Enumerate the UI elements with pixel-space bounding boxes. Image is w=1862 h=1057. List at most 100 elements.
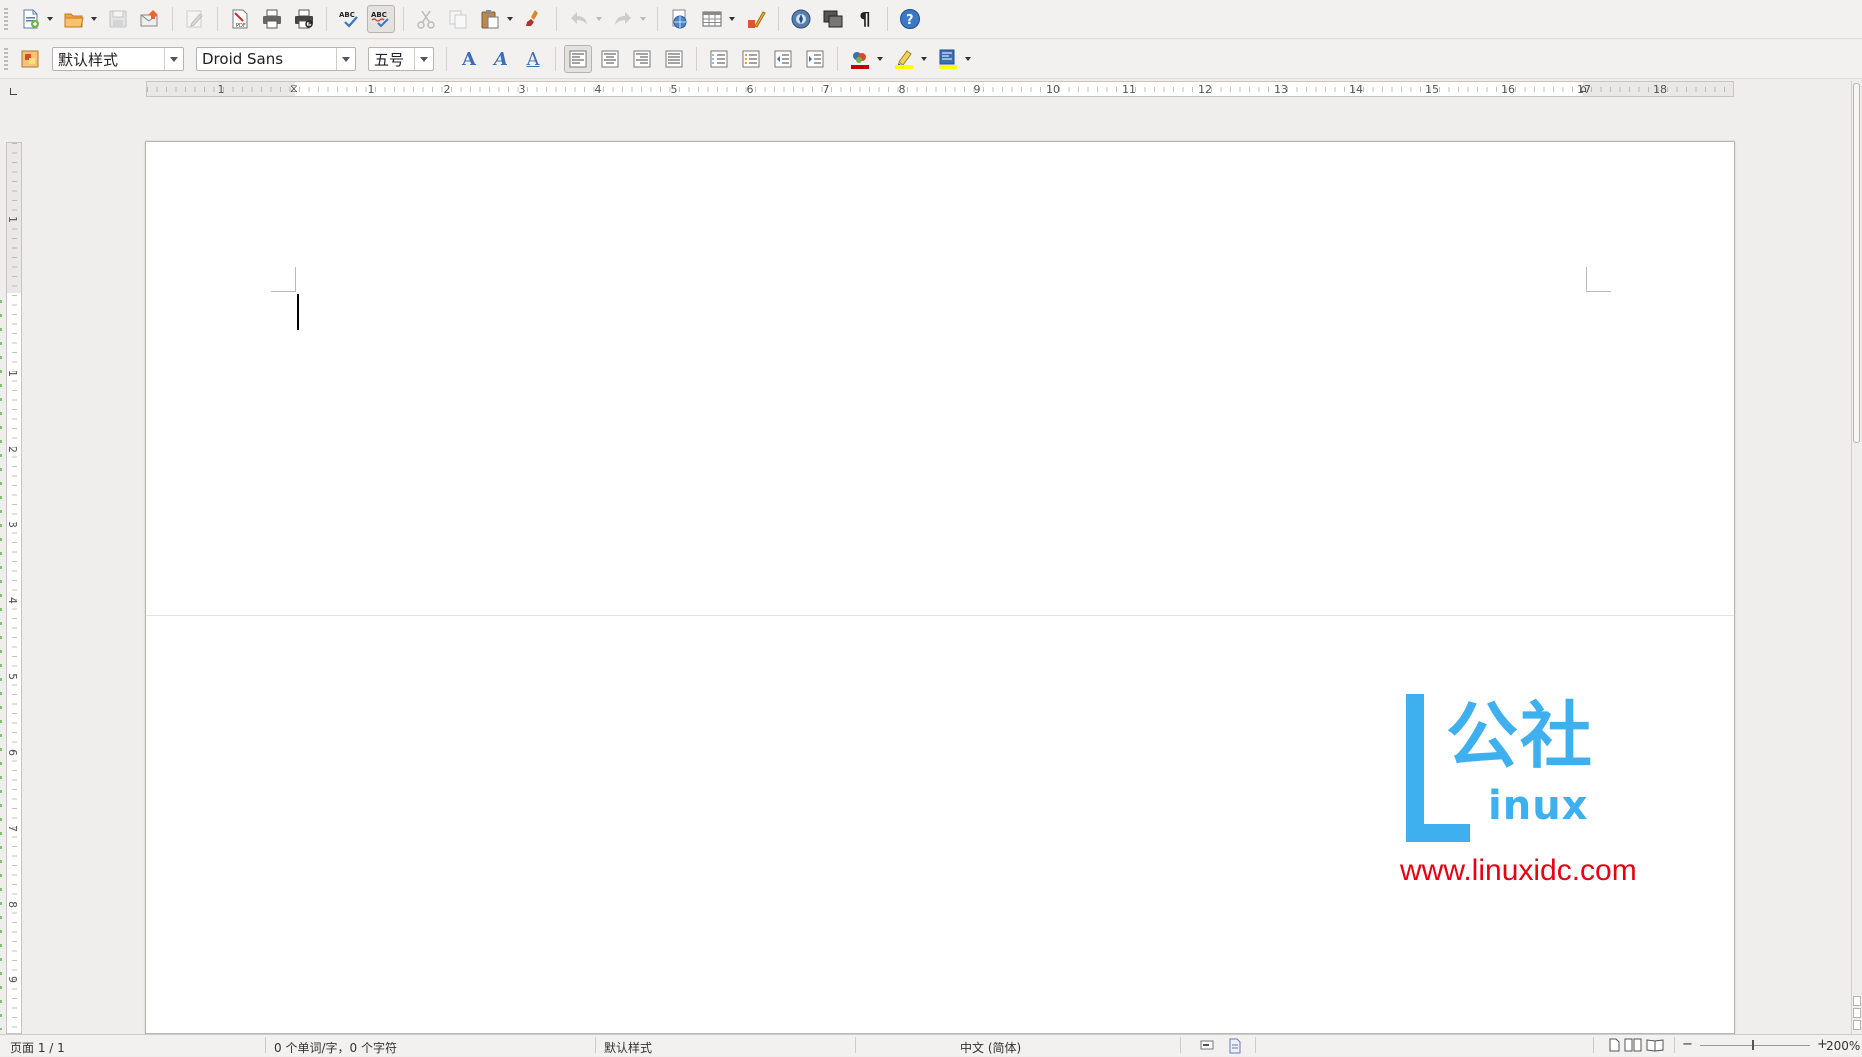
new-document-button[interactable] xyxy=(16,5,44,33)
toolbar-separator xyxy=(172,7,173,31)
ruler-number: 6 xyxy=(6,749,19,756)
new-document-dropdown[interactable] xyxy=(46,5,54,33)
previous-page-button[interactable] xyxy=(1853,996,1861,1006)
numbering-button[interactable] xyxy=(705,45,733,73)
paragraph-style-value[interactable]: 默认样式 xyxy=(53,49,164,70)
toolbar-grip[interactable] xyxy=(4,48,8,70)
book-view-icon[interactable] xyxy=(1646,1038,1664,1055)
highlighting-button[interactable] xyxy=(890,45,918,73)
redo-dropdown[interactable] xyxy=(639,5,647,33)
bullets-button[interactable] xyxy=(737,45,765,73)
background-color-button[interactable] xyxy=(934,45,962,73)
draw-functions-icon xyxy=(748,11,766,28)
document-modified-icon[interactable] xyxy=(1228,1038,1242,1057)
table-button[interactable] xyxy=(698,5,726,33)
tab-stop-selector[interactable] xyxy=(10,88,17,95)
justify-button[interactable] xyxy=(660,45,688,73)
zoom-out-button[interactable]: − xyxy=(1682,1037,1693,1052)
ruler-ticks xyxy=(147,87,1733,92)
italic-button[interactable]: A xyxy=(487,45,515,73)
bold-button[interactable]: A xyxy=(455,45,483,73)
cut-button[interactable] xyxy=(412,5,440,33)
table-dropdown[interactable] xyxy=(728,5,736,33)
align-left-button[interactable] xyxy=(564,45,592,73)
hyperlink-button[interactable] xyxy=(666,5,694,33)
font-size-value[interactable]: 五号 xyxy=(369,49,414,70)
word-count[interactable]: 0 个单词/字，0 个字符 xyxy=(274,1039,397,1056)
document-page[interactable]: 公社 inux www.linuxidc.com xyxy=(145,141,1735,1034)
language-indicator[interactable]: 中文 (简体) xyxy=(960,1039,1021,1056)
paste-button[interactable] xyxy=(476,5,504,33)
edit-file-button[interactable] xyxy=(181,5,209,33)
increase-indent-button[interactable] xyxy=(801,45,829,73)
chevron-down-icon[interactable] xyxy=(164,48,183,70)
autocheck-spelling-button[interactable]: ABC xyxy=(367,5,395,33)
page-indicator[interactable]: 页面 1 / 1 xyxy=(10,1039,65,1056)
insert-mode-icon[interactable] xyxy=(1200,1038,1214,1055)
ruler-number: 3 xyxy=(518,83,526,96)
ruler-number: 10 xyxy=(1046,83,1060,96)
status-separator xyxy=(855,1037,856,1053)
pdf-icon: PDF xyxy=(232,9,248,29)
right-indent-marker[interactable]: ⌂ xyxy=(1580,82,1587,95)
align-right-button[interactable] xyxy=(628,45,656,73)
copy-button[interactable] xyxy=(444,5,472,33)
export-pdf-button[interactable]: PDF xyxy=(226,5,254,33)
toolbar-grip[interactable] xyxy=(4,8,8,30)
print-button[interactable] xyxy=(258,5,286,33)
scrollbar-thumb[interactable] xyxy=(1853,83,1860,443)
ruler-number: 3 xyxy=(6,521,19,528)
clone-formatting-button[interactable] xyxy=(520,5,548,33)
zoom-percentage[interactable]: 200% xyxy=(1826,1039,1860,1053)
decrease-indent-button[interactable] xyxy=(769,45,797,73)
underline-button[interactable]: A xyxy=(519,45,547,73)
show-draw-functions-button[interactable] xyxy=(742,5,770,33)
open-dropdown[interactable] xyxy=(90,5,98,33)
linuxidc-watermark-logo: 公社 inux www.linuxidc.com xyxy=(1400,694,1696,904)
ruler-number: 5 xyxy=(6,673,19,680)
chevron-down-icon[interactable] xyxy=(414,48,433,70)
multi-page-view-icon[interactable] xyxy=(1624,1038,1642,1055)
left-indent-marker[interactable]: ⧖ xyxy=(290,82,298,96)
send-email-button[interactable] xyxy=(136,5,164,33)
save-button[interactable] xyxy=(104,5,132,33)
page-style-indicator[interactable]: 默认样式 xyxy=(604,1039,652,1056)
open-button[interactable] xyxy=(60,5,88,33)
print-preview-button[interactable] xyxy=(290,5,318,33)
undo-icon xyxy=(571,12,587,25)
ruler-number: 9 xyxy=(6,976,19,983)
font-color-button[interactable] xyxy=(846,45,874,73)
single-page-view-icon[interactable] xyxy=(1608,1038,1620,1055)
undo-dropdown[interactable] xyxy=(595,5,603,33)
highlighting-dropdown[interactable] xyxy=(920,45,928,73)
font-name-value[interactable]: Droid Sans xyxy=(197,50,336,68)
spellcheck-button[interactable]: ABC xyxy=(335,5,363,33)
styles-and-formatting-button[interactable] xyxy=(16,45,44,73)
font-size-combo[interactable]: 五号 xyxy=(368,47,434,71)
vertical-ruler[interactable]: 1 1 2 3 4 5 6 7 8 9 xyxy=(6,142,22,1034)
paste-dropdown[interactable] xyxy=(506,5,514,33)
paragraph-style-combo[interactable]: 默认样式 xyxy=(52,47,184,71)
align-center-button[interactable] xyxy=(596,45,624,73)
status-separator xyxy=(265,1037,266,1053)
navigator-button[interactable] xyxy=(787,5,815,33)
vertical-scrollbar[interactable] xyxy=(1851,81,1862,1034)
clipboard-icon xyxy=(481,10,499,29)
formatting-marks-button[interactable]: ¶ xyxy=(851,5,879,33)
toolbar-separator xyxy=(837,47,838,71)
gallery-button[interactable] xyxy=(819,5,847,33)
font-color-dropdown[interactable] xyxy=(876,45,884,73)
chevron-down-icon[interactable] xyxy=(336,48,355,70)
font-name-combo[interactable]: Droid Sans xyxy=(196,47,356,71)
undo-button[interactable] xyxy=(565,5,593,33)
background-color-dropdown[interactable] xyxy=(964,45,972,73)
horizontal-ruler[interactable]: 1 1 2 3 4 5 6 7 8 9 10 11 12 13 14 15 16… xyxy=(146,81,1734,97)
zoom-slider-knob[interactable] xyxy=(1752,1040,1754,1050)
help-button[interactable]: ? xyxy=(896,5,924,33)
next-page-button[interactable] xyxy=(1853,1020,1861,1030)
ruler-number: 15 xyxy=(1425,83,1439,96)
zoom-slider-track[interactable] xyxy=(1700,1045,1810,1046)
navigation-button[interactable] xyxy=(1853,1008,1861,1018)
navigator-icon xyxy=(791,9,811,29)
redo-button[interactable] xyxy=(609,5,637,33)
